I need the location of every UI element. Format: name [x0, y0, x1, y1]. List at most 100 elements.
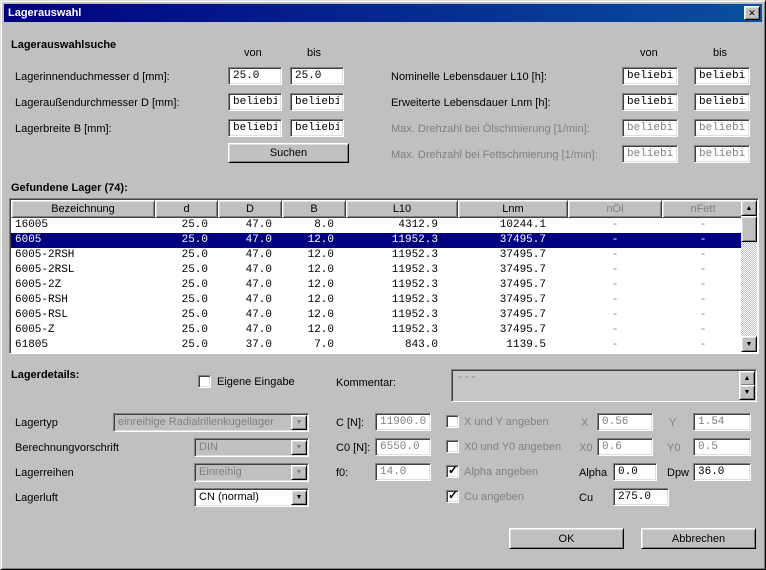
table-cell: 843.0 [346, 338, 458, 352]
lnm-bis-input[interactable] [694, 93, 750, 111]
table-row[interactable]: 6005-2Z25.047.012.011952.337495.7-- [11, 278, 741, 293]
table-cell: 6005-2RSL [11, 263, 155, 278]
scroll-up-button[interactable]: ▲ [741, 200, 757, 216]
lagertyp-label: Lagertyp [15, 417, 58, 429]
xy-checkbox-label: X und Y angeben [464, 416, 549, 428]
table-cell: 47.0 [218, 278, 282, 293]
table-row[interactable]: 600525.047.012.011952.337495.7-- [11, 233, 741, 248]
table-cell: 1139.5 [458, 338, 568, 352]
c0-label: C0 [N]: [336, 442, 370, 454]
dpw-input[interactable] [693, 463, 751, 481]
kommentar-value: --- [457, 372, 477, 384]
table-cell: 47.0 [218, 218, 282, 233]
table-row[interactable]: 6005-2RSL25.047.012.011952.337495.7-- [11, 263, 741, 278]
label-l10: Nominelle Lebensdauer L10 [h]: [391, 71, 547, 83]
aussendurchmesser-bis-input[interactable] [290, 93, 344, 111]
lagertyp-dropdown-button: ▼ [291, 415, 307, 430]
lagerluft-select[interactable]: CN (normal) ▼ [194, 488, 309, 507]
f0-input [375, 463, 431, 481]
table-cell: 37.0 [218, 338, 282, 352]
innendurchmesser-von-input[interactable] [228, 67, 282, 85]
column-header[interactable]: nFett [662, 200, 741, 218]
aussendurchmesser-von-input[interactable] [228, 93, 282, 111]
table-cell: 37495.7 [458, 233, 568, 248]
lagerluft-dropdown-button[interactable]: ▼ [291, 490, 307, 505]
cu-input[interactable] [613, 488, 669, 506]
table-cell: 25.0 [155, 308, 218, 323]
lnm-von-input[interactable] [622, 93, 678, 111]
table-cell: 25.0 [155, 293, 218, 308]
kommentar-scroll-down-button[interactable]: ▼ [739, 385, 755, 400]
table-cell: 11952.3 [346, 293, 458, 308]
column-header[interactable]: Lnm [458, 200, 568, 218]
kommentar-scrollbar[interactable]: ▲ ▼ [739, 371, 755, 400]
scroll-down-button[interactable]: ▼ [741, 336, 757, 352]
c-input [375, 413, 431, 431]
table-cell: 11952.3 [346, 233, 458, 248]
eigene-eingabe-label: Eigene Eingabe [217, 376, 295, 388]
von-header-right: von [640, 47, 658, 59]
close-button[interactable]: ✕ [744, 6, 760, 20]
eigene-eingabe-checkbox[interactable] [198, 375, 211, 388]
bis-header-right: bis [713, 47, 727, 59]
alpha-checkbox[interactable]: ✓ [446, 465, 459, 478]
table-cell: 25.0 [155, 233, 218, 248]
table-row[interactable]: 6005-2RSH25.047.012.011952.337495.7-- [11, 248, 741, 263]
c-label: C [N]: [336, 417, 364, 429]
lagerreihen-label: Lagerreihen [15, 467, 74, 479]
kommentar-scroll-up-button[interactable]: ▲ [739, 371, 755, 386]
table-row[interactable]: 6005-Z25.047.012.011952.337495.7-- [11, 323, 741, 338]
alpha-checkbox-label: Alpha angeben [464, 466, 538, 478]
table-cell: 25.0 [155, 338, 218, 352]
x-label: X [581, 417, 588, 429]
table-row[interactable]: 1600525.047.08.04312.910244.1-- [11, 218, 741, 233]
close-icon: ✕ [748, 8, 756, 18]
column-header[interactable]: D [218, 200, 282, 218]
lagerluft-value: CN (normal) [199, 491, 290, 503]
column-header[interactable]: L10 [346, 200, 458, 218]
table-row[interactable]: 6005-RSL25.047.012.011952.337495.7-- [11, 308, 741, 323]
innendurchmesser-bis-input[interactable] [290, 67, 344, 85]
l10-von-input[interactable] [622, 67, 678, 85]
table-cell: - [662, 263, 741, 278]
column-header[interactable]: B [282, 200, 346, 218]
table-cell: 7.0 [282, 338, 346, 352]
table-cell: - [662, 233, 741, 248]
drehzahl-fett-bis-input [694, 145, 750, 163]
l10-bis-input[interactable] [694, 67, 750, 85]
suchen-button[interactable]: Suchen [228, 143, 349, 163]
arrow-down-icon: ▼ [746, 341, 753, 348]
arrow-up-icon: ▲ [746, 205, 753, 212]
column-header[interactable]: nÖl [568, 200, 662, 218]
lagerreihen-value: Einreihig [199, 466, 290, 478]
scroll-thumb[interactable] [741, 216, 757, 242]
kommentar-textarea[interactable]: --- ▲ ▼ [451, 369, 757, 402]
results-table-body[interactable]: 1600525.047.08.04312.910244.1--600525.04… [11, 218, 741, 352]
results-scrollbar[interactable]: ▲ ▼ [741, 200, 757, 352]
lagerbreite-bis-input[interactable] [290, 119, 344, 137]
table-row[interactable]: 6005-RSH25.047.012.011952.337495.7-- [11, 293, 741, 308]
column-header[interactable]: Bezeichnung [11, 200, 155, 218]
y0-label: Y0 [667, 442, 680, 454]
table-cell: 47.0 [218, 308, 282, 323]
table-cell: - [662, 323, 741, 338]
ok-button[interactable]: OK [509, 528, 624, 549]
table-cell: - [568, 218, 662, 233]
alpha-input[interactable] [613, 463, 657, 481]
table-cell: 61805 [11, 338, 155, 352]
table-cell: 37495.7 [458, 248, 568, 263]
cu-checkbox[interactable]: ✓ [446, 490, 459, 503]
cancel-button[interactable]: Abbrechen [641, 528, 756, 549]
titlebar[interactable]: Lagerauswahl ✕ [4, 4, 762, 22]
table-cell: 12.0 [282, 248, 346, 263]
y0-input [693, 438, 751, 456]
check-icon: ✓ [448, 488, 458, 502]
lagerbreite-von-input[interactable] [228, 119, 282, 137]
column-header[interactable]: d [155, 200, 218, 218]
table-cell: 25.0 [155, 248, 218, 263]
drehzahl-oel-von-input [622, 119, 678, 137]
table-cell: 6005-2Z [11, 278, 155, 293]
table-cell: - [568, 308, 662, 323]
table-cell: - [568, 338, 662, 352]
table-row[interactable]: 6180525.037.07.0843.01139.5-- [11, 338, 741, 352]
